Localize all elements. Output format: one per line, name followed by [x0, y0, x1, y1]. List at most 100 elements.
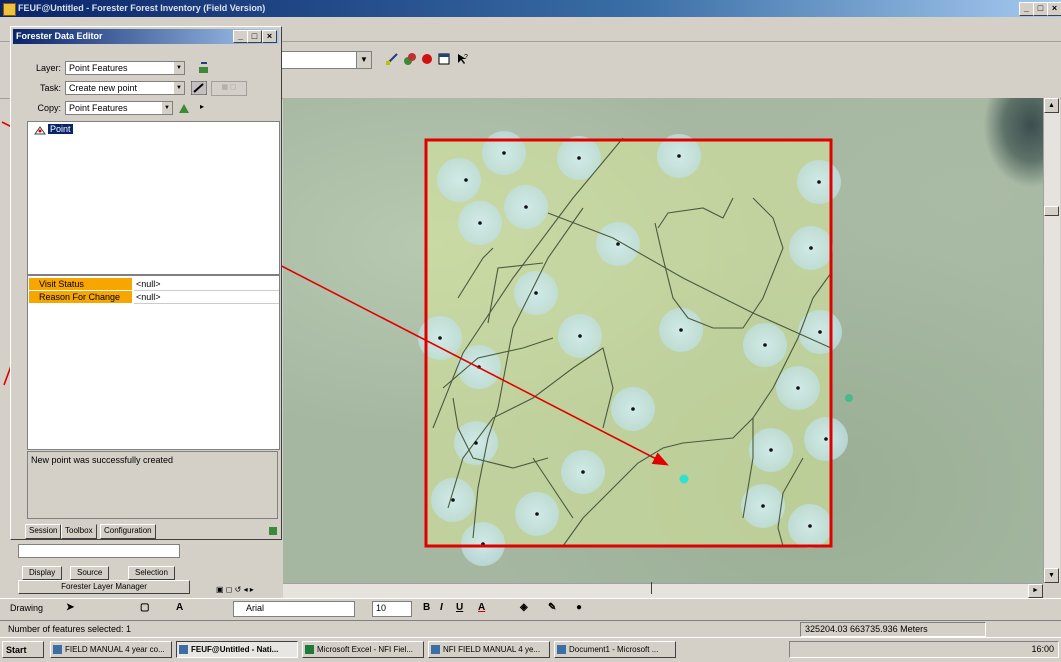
tab-display[interactable]: Display [22, 566, 63, 580]
resize-grip-icon[interactable] [269, 527, 277, 535]
editor-title: Forester Data Editor [16, 31, 103, 41]
chevron-down-icon[interactable]: ▼ [174, 62, 184, 74]
map-view[interactable] [283, 98, 1043, 583]
layer-label: Layer: [35, 63, 61, 73]
italic-button[interactable]: I [440, 602, 443, 613]
editor-maximize-button[interactable]: □ [247, 30, 262, 43]
attribute-grid[interactable]: Visit Status <null> Reason For Change <n… [27, 275, 280, 450]
font-size-value: 10 [376, 603, 387, 613]
help-tool-icon[interactable]: ? [455, 52, 469, 66]
layer-properties-icon[interactable] [197, 61, 211, 75]
app-title: FEUF@Untitled - Forester Forest Inventor… [18, 3, 266, 13]
font-size-select[interactable]: 10 [372, 601, 412, 617]
map-scale-combo[interactable]: ▼ [280, 51, 372, 69]
svg-text:?: ? [464, 54, 468, 61]
tab-configuration[interactable]: Configuration [100, 524, 156, 539]
minimize-button[interactable]: _ [1019, 2, 1034, 16]
attribute-value[interactable]: <null> [134, 278, 279, 291]
font-value: Arial [246, 603, 265, 613]
font-color-button[interactable]: A [478, 602, 485, 613]
close-button[interactable]: × [1047, 2, 1061, 16]
scroll-down-icon[interactable]: ▼ [1044, 568, 1059, 583]
text-tool-icon[interactable]: A [176, 602, 183, 613]
task-value: Create new point [69, 83, 138, 93]
copy-select[interactable]: Point Features ▼ [65, 101, 173, 115]
record-tool-icon[interactable] [420, 52, 434, 66]
point-feature-icon [34, 126, 46, 135]
marker-color-icon[interactable]: ● [576, 602, 582, 613]
app-title-bar: FEUF@Untitled - Forester Forest Inventor… [0, 0, 1061, 17]
copy-features-icon[interactable] [177, 101, 191, 115]
layer-tool-icon[interactable] [403, 52, 417, 66]
font-select[interactable]: Arial [233, 601, 355, 617]
map-horizontal-scrollbar[interactable]: ► [283, 582, 1043, 598]
feature-tree[interactable]: Point [27, 121, 280, 275]
scroll-up-icon[interactable]: ▲ [1044, 98, 1059, 113]
window-tool-icon[interactable] [437, 52, 451, 66]
taskbar-item[interactable]: FIELD MANUAL 4 year co... [50, 641, 172, 658]
layer-manager-scrollbar[interactable] [18, 544, 180, 558]
scroll-marker [651, 582, 652, 594]
layer-value: Point Features [69, 63, 128, 73]
word-icon [557, 645, 566, 654]
layer-select[interactable]: Point Features ▼ [65, 61, 185, 75]
status-message-box: New point was successfully created [27, 451, 278, 519]
fill-color-icon[interactable]: ◈ [520, 602, 528, 613]
drawing-menu[interactable]: Drawing [10, 603, 43, 613]
task-label: Task: [39, 83, 61, 93]
start-button[interactable]: Start [2, 641, 44, 658]
line-color-icon[interactable]: ✎ [548, 602, 556, 613]
taskbar-item[interactable]: Document1 - Microsoft ... [554, 641, 676, 658]
folder-icon [53, 645, 62, 654]
tab-toolbox[interactable]: Toolbox [61, 524, 97, 539]
forester-data-editor-window[interactable]: Forester Data Editor _ □ × Layer: Point … [10, 26, 282, 540]
attribute-name: Reason For Change [29, 291, 132, 303]
tab-selection[interactable]: Selection [128, 566, 175, 580]
editor-title-bar[interactable]: Forester Data Editor _ □ × [13, 29, 279, 44]
system-tray: 16:00 [789, 641, 1059, 658]
underline-button[interactable]: U [456, 602, 463, 613]
copy-label: Copy: [37, 103, 61, 113]
tab-session[interactable]: Session [25, 524, 62, 539]
tab-source[interactable]: Source [70, 566, 110, 580]
select-arrow-icon[interactable]: ➤ [66, 602, 74, 613]
chevron-down-icon[interactable]: ▼ [356, 52, 371, 68]
windows-taskbar: Start FIELD MANUAL 4 year co... FEUF@Unt… [0, 637, 1061, 662]
layer-manager-title: Forester Layer Manager [18, 580, 190, 594]
scroll-right-icon[interactable]: ► [1028, 584, 1043, 598]
status-bar: Number of features selected: 1 325204.03… [0, 620, 1061, 637]
copy-row: Copy: Point Features ▼ ▸ [25, 101, 265, 115]
outside-marker [845, 394, 853, 402]
taskbar-item[interactable]: NFI FIELD MANUAL 4 ye... [428, 641, 550, 658]
bold-button[interactable]: B [423, 602, 430, 613]
task-select[interactable]: Create new point ▼ [65, 81, 185, 95]
disabled-tool-button: ▦ ▢ [211, 81, 247, 96]
layer-manager-panel: Display Source Selection Forester Layer … [10, 540, 210, 598]
chevron-down-icon[interactable]: ▼ [174, 82, 184, 94]
arrow-right-icon[interactable]: ▸ [200, 102, 204, 111]
editor-minimize-button[interactable]: _ [233, 30, 248, 43]
excel-icon [305, 645, 314, 654]
scroll-thumb[interactable] [1044, 206, 1059, 216]
taskbar-item-label: Document1 - Microsoft ... [569, 645, 659, 654]
taskbar-item[interactable]: FEUF@Untitled - Nati... [176, 641, 298, 658]
coordinate-readout: 325204.03 663735.936 Meters [800, 622, 986, 637]
maximize-button[interactable]: □ [1033, 2, 1048, 16]
clock: 16:00 [1031, 644, 1054, 654]
copy-value: Point Features [69, 103, 128, 113]
editor-close-button[interactable]: × [262, 30, 277, 43]
view-buttons[interactable]: ▣ ◻ ↺ ◂ ▸ [216, 585, 254, 597]
map-vertical-scrollbar[interactable]: ▲ ▼ [1043, 98, 1060, 583]
map-overlay [418, 131, 853, 566]
chevron-down-icon[interactable]: ▼ [162, 102, 172, 114]
start-label: Start [6, 645, 27, 655]
drawing-toolbar: Drawing ➤ ▢ A Arial 10 B I U A ◈ ✎ ● [0, 598, 1061, 619]
attribute-value[interactable]: <null> [134, 291, 279, 304]
sketch-tool-icon[interactable] [191, 81, 207, 95]
rectangle-icon[interactable]: ▢ [140, 602, 149, 613]
measure-tool-icon[interactable] [385, 52, 399, 66]
new-point-marker[interactable] [679, 474, 689, 484]
selection-count: Number of features selected: 1 [8, 624, 132, 634]
tree-node-point[interactable]: Point [48, 124, 73, 134]
taskbar-item[interactable]: Microsoft Excel - NFI Fiel... [302, 641, 424, 658]
